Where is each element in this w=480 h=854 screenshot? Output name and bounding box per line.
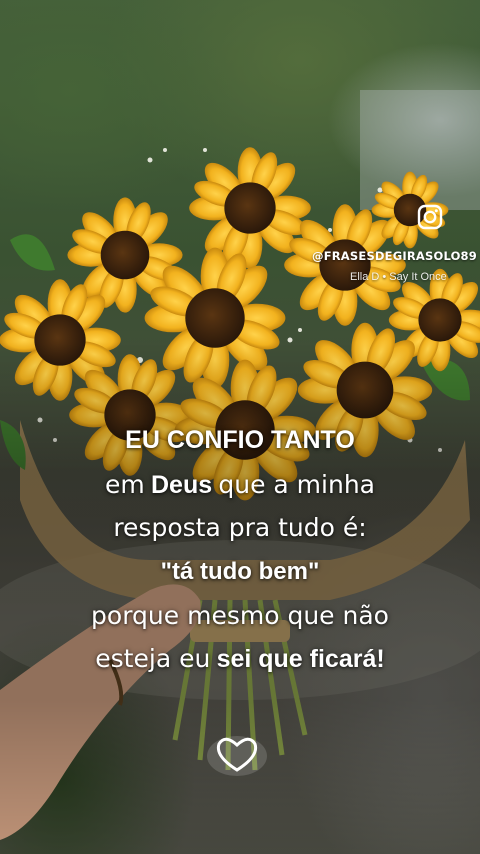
caption-line-2: em Deus que a minha xyxy=(0,470,480,500)
caption-line-1: EU CONFIO TANTO xyxy=(125,426,355,454)
glowing-heart-icon xyxy=(207,736,267,776)
instagram-icon[interactable] xyxy=(417,204,443,230)
music-credit: Ella D • Say It Once xyxy=(350,271,447,283)
caption-line-6-a: esteja eu xyxy=(95,644,211,673)
caption-line-4: "tá tudo bem" xyxy=(160,558,320,585)
account-handle[interactable]: @FRASESDEGIRASOLO89 xyxy=(312,249,477,263)
caption-line-6: esteja eu sei que ficará! xyxy=(0,644,480,674)
caption-line-6-b: sei que ficará! xyxy=(216,645,385,673)
caption-line-2-a: em xyxy=(105,470,145,499)
caption-line-5: porque mesmo que não xyxy=(91,601,389,630)
caption-line-3: resposta pra tudo é: xyxy=(113,513,367,542)
caption-line-2-b: Deus xyxy=(150,471,213,499)
caption-line-2-c: que a minha xyxy=(218,470,375,499)
background-photo: @FRASESDEGIRASOLO89 Ella D • Say It Once… xyxy=(0,0,480,854)
